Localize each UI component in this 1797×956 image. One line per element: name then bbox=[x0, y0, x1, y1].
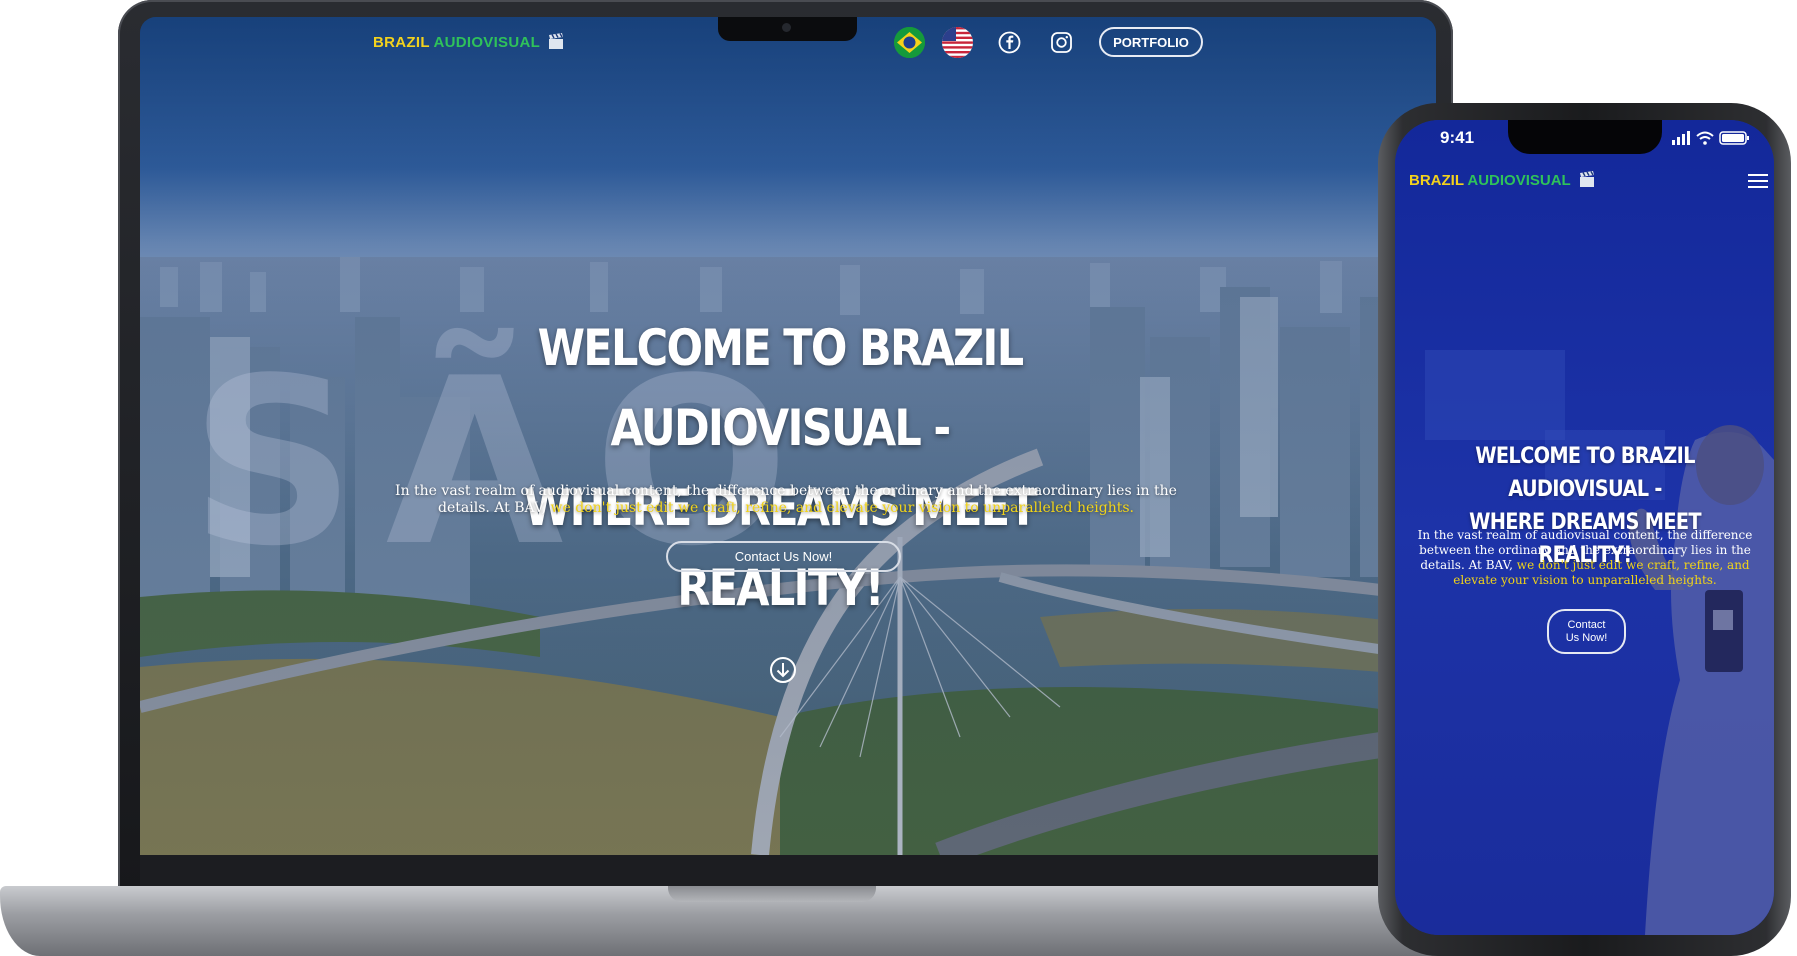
scroll-down-arrow-icon[interactable] bbox=[769, 656, 797, 684]
clapperboard-icon bbox=[549, 33, 564, 49]
hero-title: WELCOME TO BRAZIL AUDIOVISUAL - WHERE DR… bbox=[436, 308, 1124, 628]
instagram-icon[interactable] bbox=[1050, 31, 1073, 54]
hamburger-menu-icon[interactable] bbox=[1748, 173, 1768, 189]
phone-dynamic-island bbox=[1508, 120, 1662, 154]
brazil-flag-icon[interactable] bbox=[894, 27, 925, 58]
clapperboard-icon bbox=[1579, 171, 1594, 187]
contact-us-button[interactable]: Contact Us Now! bbox=[666, 541, 901, 572]
phone-contact-us-button[interactable]: Contact Us Now! bbox=[1547, 609, 1626, 654]
hero-title-line1: WELCOME TO BRAZIL AUDIOVISUAL - bbox=[537, 319, 1025, 457]
cellular-signal-icon bbox=[1672, 131, 1690, 145]
phone-hero-description: In the vast realm of audiovisual content… bbox=[1403, 528, 1767, 588]
wifi-icon bbox=[1696, 131, 1714, 140]
brand-logo-part1: BRAZIL bbox=[373, 34, 430, 51]
status-bar-time: 9:41 bbox=[1440, 128, 1475, 147]
laptop-base bbox=[0, 886, 1480, 956]
phone-contact-label-line2: Us Now! bbox=[1565, 631, 1608, 644]
laptop-notch bbox=[718, 17, 857, 41]
laptop-chin bbox=[140, 855, 1436, 886]
camera-icon bbox=[782, 23, 791, 32]
status-bar-icons bbox=[1672, 131, 1749, 145]
phone-hero-title-line1: WELCOME TO BRAZIL AUDIOVISUAL - bbox=[1475, 444, 1695, 502]
hero-description: In the vast realm of audiovisual content… bbox=[392, 483, 1180, 517]
phone-brand-logo-part2: AUDIOVISUAL bbox=[1467, 172, 1571, 189]
facebook-icon[interactable] bbox=[998, 31, 1021, 54]
brand-logo-part2: AUDIOVISUAL bbox=[433, 34, 540, 51]
brand-logo[interactable]: BRAZIL AUDIOVISUAL bbox=[373, 33, 564, 51]
portfolio-button[interactable]: PORTFOLIO bbox=[1099, 27, 1203, 57]
phone-brand-logo-part1: BRAZIL bbox=[1409, 172, 1464, 189]
hero-description-highlight: we don't just edit we craft, refine, and… bbox=[550, 500, 1134, 516]
usa-flag-icon[interactable] bbox=[942, 27, 973, 58]
phone-contact-label-line1: Contact bbox=[1567, 618, 1606, 631]
laptop-hinge bbox=[668, 886, 876, 902]
battery-icon bbox=[1719, 131, 1749, 145]
phone-brand-logo[interactable]: BRAZIL AUDIOVISUAL bbox=[1409, 171, 1595, 189]
